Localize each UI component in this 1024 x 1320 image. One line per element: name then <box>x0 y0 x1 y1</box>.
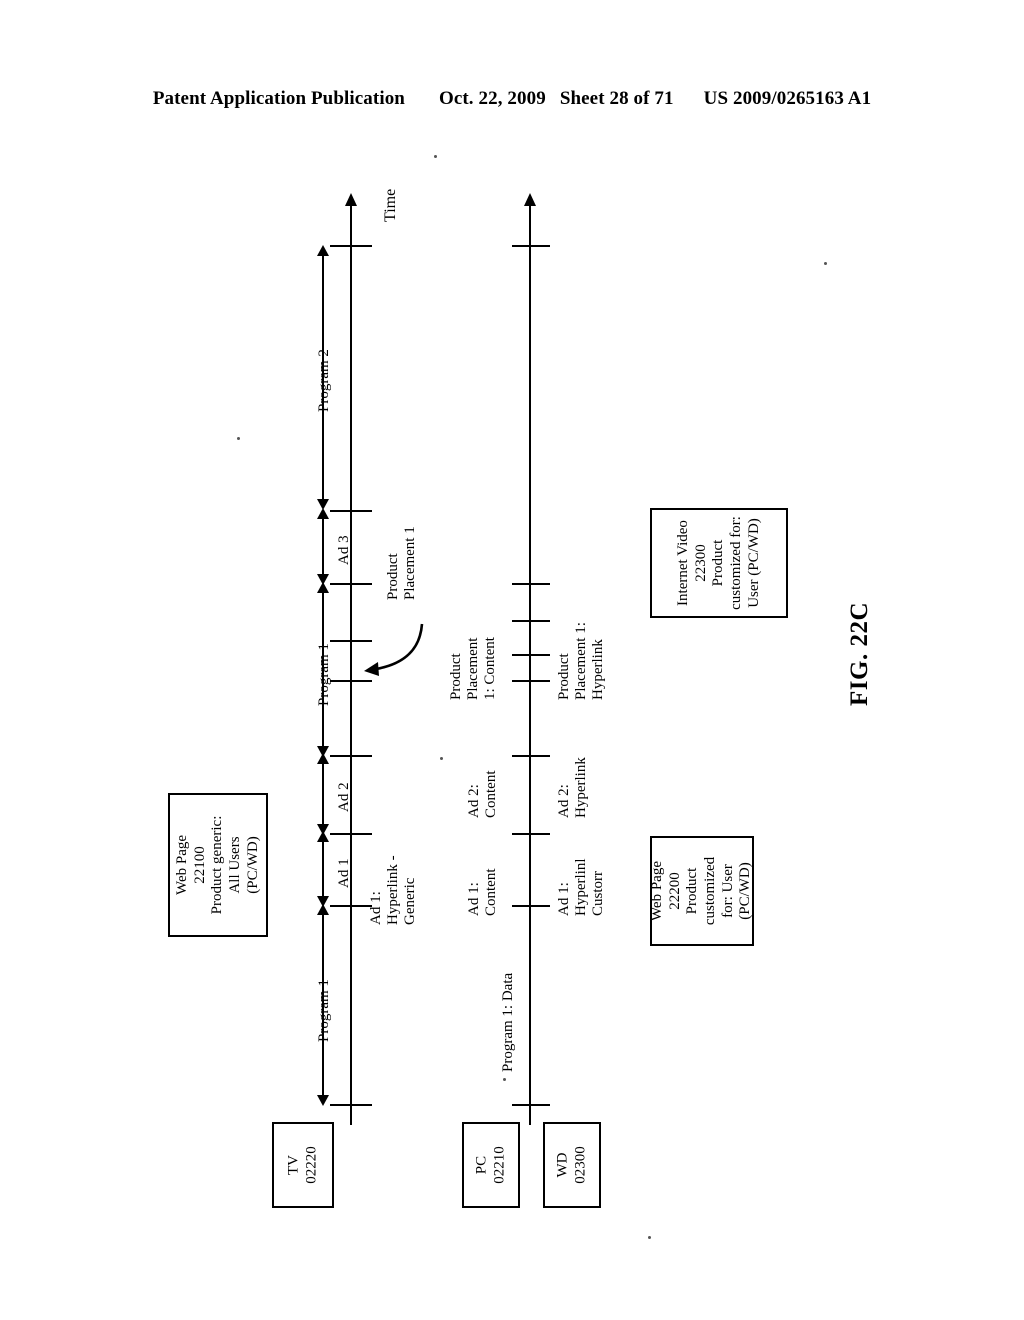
tv-segment-ad-1-label: Ad 1 <box>336 858 352 888</box>
publication-title: Patent Application Publication <box>152 88 405 109</box>
callout-box-web-page-22200[interactable]: Web Page 22200 Product customized for: U… <box>649 836 755 946</box>
tv-segment-ad-3-label: Ad 3 <box>336 535 352 565</box>
device-number-wd: 02300 <box>572 1146 588 1184</box>
pc-wd-timeline-axis <box>529 205 531 1125</box>
callout-line-3: Product <box>684 867 701 915</box>
device-box-pc[interactable]: PC 02210 <box>462 1122 520 1208</box>
callout-box-internet-video-22300[interactable]: Internet Video 22300 Product customized … <box>650 508 788 618</box>
tv-segment-ad-2-label: Ad 2 <box>336 782 352 812</box>
pc-annotation-ad-2-content: Ad 2: Content <box>466 770 499 819</box>
pc-wd-tick <box>512 583 550 585</box>
pc-wd-tick <box>512 1104 550 1106</box>
tv-tick <box>330 1104 372 1106</box>
callout-line-4: customized for: <box>727 516 744 610</box>
callout-title: Web Page <box>173 834 190 896</box>
pc-wd-timeline-arrowhead <box>524 193 536 206</box>
tv-annotation-ad1-hyperlink: Ad 1: Hyperlink - Generic <box>368 855 418 925</box>
pc-wd-tick <box>512 654 550 656</box>
device-name-tv: TV <box>285 1155 302 1175</box>
scan-speck <box>824 262 827 265</box>
tv-segment-ad-1-arrow <box>317 831 329 907</box>
tv-tick <box>330 510 372 512</box>
tv-tick <box>330 245 372 247</box>
tv-segment-program-1-mid-label: Program 1 <box>316 643 332 706</box>
device-box-wd-text: WD 02300 <box>554 1146 589 1184</box>
tv-tick <box>330 755 372 757</box>
tv-tick <box>330 680 372 682</box>
patent-number: US 2009/0265163 A1 <box>703 88 872 109</box>
callout-box-internet-video-22300-text: Internet Video 22300 Product customized … <box>675 516 763 610</box>
device-number-tv: 02220 <box>303 1146 319 1184</box>
callout-number: 22200 <box>666 872 683 910</box>
product-placement-leader-arrow <box>364 623 424 676</box>
callout-line-4: customized <box>702 856 718 926</box>
device-box-pc-text: PC 02210 <box>473 1146 508 1184</box>
wd-annotation-ad-2-hyperlink: Ad 2: Hyperlink <box>556 757 589 818</box>
pc-wd-tick <box>512 245 550 247</box>
pc-wd-tick <box>512 680 550 682</box>
scan-speck <box>648 1236 651 1239</box>
callout-line-5: (PC/WD) <box>244 836 261 894</box>
tv-segment-program-1-first-label: Program 1 <box>316 979 332 1042</box>
tv-timeline-axis <box>350 205 352 1125</box>
tv-tick <box>330 583 372 585</box>
tv-tick <box>330 833 372 835</box>
callout-title: Web Page <box>648 860 665 922</box>
callout-number: 22300 <box>692 544 709 582</box>
callout-title: Internet Video <box>674 520 691 606</box>
pc-wd-tick <box>512 905 550 907</box>
device-name-pc: PC <box>473 1155 490 1175</box>
pc-annotation-product-placement-1-content: Product Placement 1: Content <box>448 637 498 700</box>
pc-wd-tick <box>512 755 550 757</box>
callout-box-web-page-22100[interactable]: Web Page 22100 Product generic: All User… <box>168 793 268 937</box>
device-box-tv-text: TV 02220 <box>285 1146 320 1184</box>
sheet-number: Sheet 28 of 71 <box>559 88 674 109</box>
callout-box-web-page-22200-text: Web Page 22200 Product customized for: U… <box>649 857 755 925</box>
tv-annotation-product-placement-1: Product Placement 1 <box>385 526 418 600</box>
pc-wd-tick <box>512 833 550 835</box>
tv-tick <box>330 905 372 907</box>
tv-segment-ad-3-arrow <box>317 508 329 585</box>
device-name-wd: WD <box>554 1152 571 1178</box>
pc-wd-tick <box>512 620 550 622</box>
publication-date: Oct. 22, 2009 <box>438 88 546 109</box>
publication-header: Patent Application Publication Oct. 22, … <box>0 88 1024 110</box>
tv-timeline-arrowhead <box>345 193 357 206</box>
callout-line-4: All Users <box>226 836 243 894</box>
scan-speck <box>503 1078 506 1081</box>
time-axis-label: Time <box>382 188 399 222</box>
callout-line-6: (PC/WD) <box>737 862 754 920</box>
tv-segment-program-2-label: Program 2 <box>316 349 332 412</box>
pc-annotation-ad-1-content: Ad 1: Content <box>466 868 499 917</box>
callout-line-3: Product <box>710 539 727 587</box>
wd-annotation-product-placement-1-hyperlink: Product Placement 1: Hyperlink <box>556 622 606 700</box>
figure-label: FIG. 22C <box>846 602 873 706</box>
device-box-tv[interactable]: TV 02220 <box>272 1122 334 1208</box>
device-number-pc: 02210 <box>491 1146 507 1184</box>
callout-box-web-page-22100-text: Web Page 22100 Product generic: All User… <box>174 816 262 915</box>
callout-line-5: for: User <box>719 864 736 918</box>
callout-number: 22100 <box>191 846 208 884</box>
scan-speck <box>440 757 443 760</box>
scan-speck <box>434 155 437 158</box>
scan-speck <box>237 437 240 440</box>
device-box-wd[interactable]: WD 02300 <box>543 1122 601 1208</box>
callout-line-3: Product generic: <box>209 815 226 915</box>
callout-line-5: User (PC/WD) <box>745 518 762 608</box>
wd-annotation-ad-1-hyperlink: Ad 1: Hyperlinl Custorr <box>556 858 606 917</box>
tv-segment-ad-2-arrow <box>317 753 329 835</box>
pc-annotation-program-1-data: Program 1: Data <box>500 972 516 1072</box>
